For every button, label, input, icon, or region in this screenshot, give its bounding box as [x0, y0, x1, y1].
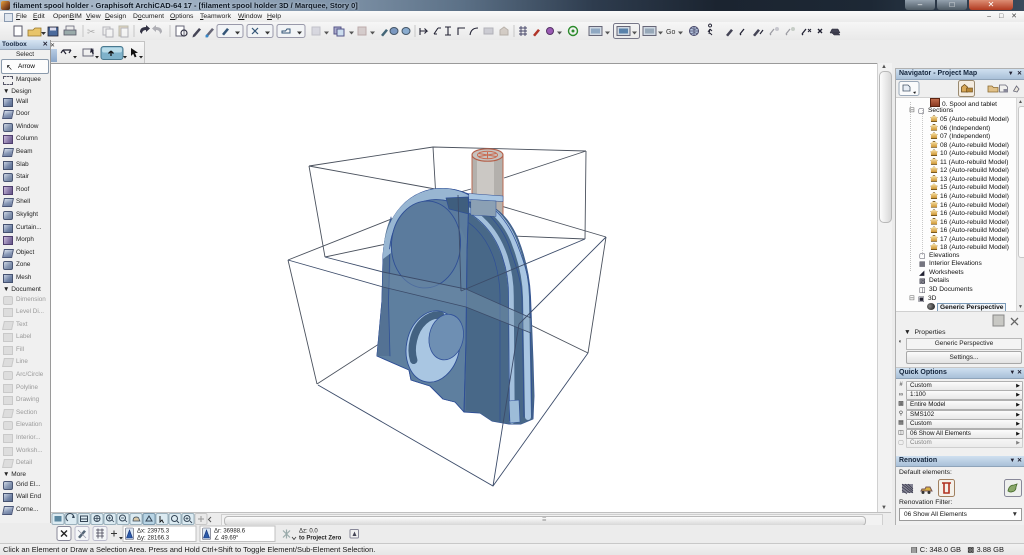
svg-text:✂: ✂ [87, 27, 95, 38]
svg-text:Δy: 28166.3: Δy: 28166.3 [137, 536, 170, 542]
svg-text:Go: Go [666, 29, 675, 36]
svg-text:∠ 49.69°: ∠ 49.69° [214, 535, 239, 542]
svg-text:Δr: 36988.6: Δr: 36988.6 [214, 529, 246, 535]
svg-text:Δz: 0.0: Δz: 0.0 [299, 529, 318, 535]
svg-text:Δx: 23975.3: Δx: 23975.3 [137, 529, 170, 535]
svg-text:to Project Zero: to Project Zero [299, 536, 342, 542]
